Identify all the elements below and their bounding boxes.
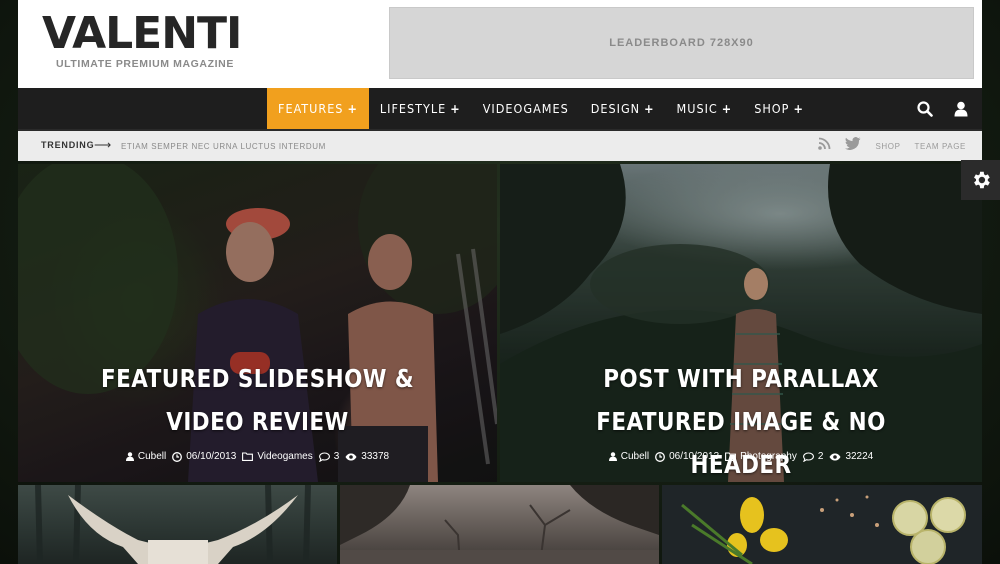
logo-title: VALENTI xyxy=(42,8,242,59)
category-meta: Videogames xyxy=(242,451,313,462)
post-meta: Cubell 06/10/2013 Photography 2 32224 xyxy=(500,451,982,462)
nav-item-music[interactable]: MUSIC + xyxy=(666,88,744,129)
comment-icon xyxy=(318,451,330,462)
nav-item-shop[interactable]: SHOP + xyxy=(743,88,815,129)
post-date: 06/10/2013 xyxy=(669,451,720,462)
leaderboard-label: LEADERBOARD 728X90 xyxy=(609,37,754,49)
post-tile-1[interactable] xyxy=(18,485,337,564)
eye-icon xyxy=(829,453,841,460)
trending-headline-link[interactable]: ETIAM SEMPER NEC URNA LUCTUS INTERDUM xyxy=(121,142,326,151)
leaderboard-ad[interactable]: LEADERBOARD 728X90 xyxy=(389,7,974,79)
folder-icon xyxy=(242,452,254,461)
nav-item-label: FEATURES xyxy=(278,101,344,116)
category-meta: Photography xyxy=(725,451,797,462)
post-tile-2[interactable] xyxy=(340,485,659,564)
settings-button[interactable] xyxy=(961,160,1000,200)
comments-meta: 2 xyxy=(802,451,824,462)
nav-icons xyxy=(916,88,970,129)
nav-item-videogames[interactable]: VIDEOGAMES xyxy=(472,88,580,129)
nav-item-features[interactable]: FEATURES + xyxy=(267,88,369,129)
comment-count[interactable]: 3 xyxy=(334,451,340,462)
user-icon xyxy=(608,452,617,461)
post-image-2 xyxy=(340,485,659,564)
site-header: VALENTI ULTIMATE PREMIUM MAGAZINE LEADER… xyxy=(18,0,982,88)
date-meta: 06/10/2013 xyxy=(655,451,719,462)
author-name[interactable]: Cubell xyxy=(621,451,649,462)
post-tile-3[interactable] xyxy=(662,485,982,564)
views-meta: 32224 xyxy=(829,451,873,462)
trending-right: SHOP TEAM PAGE xyxy=(818,131,966,161)
clock-icon xyxy=(655,451,666,462)
nav-plus: + xyxy=(347,101,358,116)
views-meta: 33378 xyxy=(345,451,389,462)
nav-plus: + xyxy=(793,101,804,116)
nav-item-label: DESIGN xyxy=(590,101,641,116)
date-meta: 06/10/2013 xyxy=(172,451,236,462)
post-image-3 xyxy=(681,495,966,564)
user-icon[interactable] xyxy=(952,100,970,118)
nav-plus: + xyxy=(450,101,461,116)
trending-label: TRENDING xyxy=(41,140,95,150)
featured-title[interactable]: FEATURED SLIDESHOW & VIDEO REVIEW xyxy=(86,357,429,443)
nav-item-lifestyle[interactable]: LIFESTYLE + xyxy=(369,88,472,129)
featured-post-2[interactable]: POST WITH PARALLAX FEATURED IMAGE & NO H… xyxy=(500,164,982,482)
folder-icon xyxy=(725,452,737,461)
author-name[interactable]: Cubell xyxy=(138,451,166,462)
logo-tagline: ULTIMATE PREMIUM MAGAZINE xyxy=(56,58,234,70)
team-page-link[interactable]: TEAM PAGE xyxy=(915,142,966,151)
search-icon[interactable] xyxy=(916,100,934,118)
page: VALENTI ULTIMATE PREMIUM MAGAZINE LEADER… xyxy=(18,0,982,564)
category-link[interactable]: Videogames xyxy=(257,451,312,462)
user-icon xyxy=(125,452,134,461)
site-logo[interactable]: VALENTI ULTIMATE PREMIUM MAGAZINE xyxy=(42,8,242,71)
gear-icon xyxy=(973,171,990,189)
featured-post-1[interactable]: FEATURED SLIDESHOW & VIDEO REVIEW Cubell… xyxy=(18,164,497,482)
eye-icon xyxy=(345,453,357,460)
post-image-1 xyxy=(35,485,311,564)
post-meta: Cubell 06/10/2013 Videogames 3 33378 xyxy=(18,451,497,462)
nav-item-label: LIFESTYLE xyxy=(379,101,447,116)
arrow-right-icon: ⟶ xyxy=(94,138,112,152)
rss-icon[interactable] xyxy=(818,137,831,155)
twitter-icon[interactable] xyxy=(845,137,861,155)
main-nav: FEATURES + LIFESTYLE + VIDEOGAMES DESIGN + … xyxy=(18,88,982,129)
nav-plus: + xyxy=(721,101,733,116)
category-link[interactable]: Photography xyxy=(740,451,797,462)
trending-bar: TRENDING ⟶ ETIAM SEMPER NEC URNA LUCTUS … xyxy=(18,129,982,161)
comment-icon xyxy=(802,451,814,462)
nav-plus: + xyxy=(644,101,655,116)
clock-icon xyxy=(172,451,183,462)
author-meta: Cubell xyxy=(125,451,166,462)
nav-item-label: VIDEOGAMES xyxy=(482,101,569,116)
nav-item-design[interactable]: DESIGN + xyxy=(580,88,666,129)
view-count: 32224 xyxy=(845,451,874,462)
comments-meta: 3 xyxy=(318,451,340,462)
nav-menu: FEATURES + LIFESTYLE + VIDEOGAMES DESIGN + … xyxy=(267,88,815,129)
featured-title[interactable]: POST WITH PARALLAX FEATURED IMAGE & NO H… xyxy=(568,357,914,482)
author-meta: Cubell xyxy=(608,451,649,462)
nav-item-label: SHOP xyxy=(754,101,790,116)
nav-item-label: MUSIC xyxy=(676,101,718,116)
shop-link[interactable]: SHOP xyxy=(875,142,900,151)
comment-count[interactable]: 2 xyxy=(818,451,824,462)
view-count: 33378 xyxy=(361,451,390,462)
post-date: 06/10/2013 xyxy=(186,451,237,462)
